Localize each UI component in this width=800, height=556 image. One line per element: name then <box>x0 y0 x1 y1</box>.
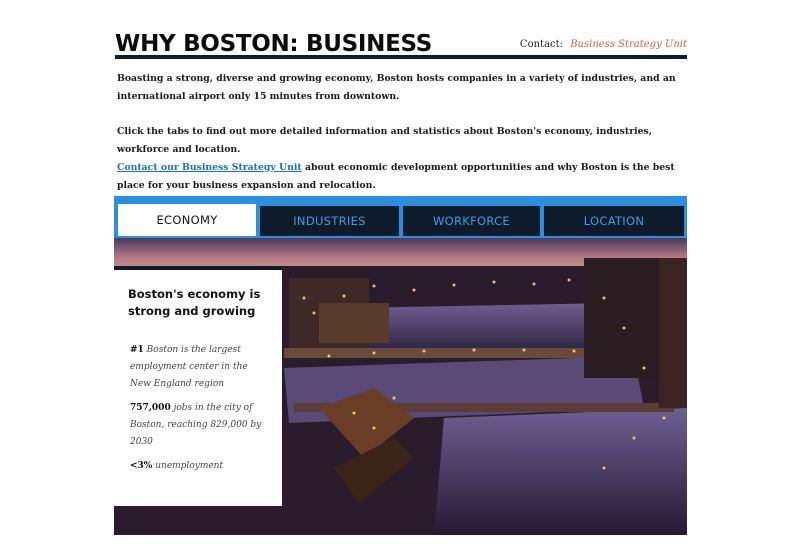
intro-paragraph-2-text: Click the tabs to find out more detailed… <box>117 126 653 155</box>
fact-number: 757,000 <box>130 403 171 413</box>
tabs-bar: ECONOMY INDUSTRIES WORKFORCE LOCATION <box>114 196 687 238</box>
contact-business-strategy-link[interactable]: Contact our Business Strategy Unit <box>117 162 302 173</box>
page-title: WHY BOSTON: BUSINESS <box>115 31 433 57</box>
intro-paragraph-2: Click the tabs to find out more detailed… <box>117 123 677 195</box>
tab-location[interactable]: LOCATION <box>544 206 684 236</box>
intro-paragraph-1: Boasting a strong, diverse and growing e… <box>117 73 676 102</box>
fact-text: unemployment <box>152 461 224 471</box>
header-rule <box>115 55 687 59</box>
fact-text: Boston is the largest employment center … <box>130 345 248 389</box>
fact-unemployment: <3% unemployment <box>130 458 270 475</box>
info-card-topbar <box>114 266 282 270</box>
info-card-title: Boston's economy is strong and growing <box>128 287 261 318</box>
fact-number: <3% <box>130 461 153 471</box>
tab-industries[interactable]: INDUSTRIES <box>260 206 399 236</box>
business-strategy-unit-link[interactable]: Business Strategy Unit <box>570 39 687 50</box>
tab-workforce[interactable]: WORKFORCE <box>403 206 540 236</box>
intro-text: Boasting a strong, diverse and growing e… <box>117 70 677 195</box>
page-header: WHY BOSTON: BUSINESS Contact: Business S… <box>115 30 687 58</box>
economy-info-card: Boston's economy is strong and growing #… <box>114 266 282 506</box>
fact-number: #1 <box>130 345 144 355</box>
fact-employment-center: #1 Boston is the largest employment cent… <box>130 342 270 393</box>
tab-economy[interactable]: ECONOMY <box>118 204 256 236</box>
contact-label: Contact: <box>519 39 564 50</box>
fact-jobs: 757,000 jobs in the city of Boston, reac… <box>130 400 270 451</box>
contact-line: Contact: Business Strategy Unit <box>520 38 687 52</box>
